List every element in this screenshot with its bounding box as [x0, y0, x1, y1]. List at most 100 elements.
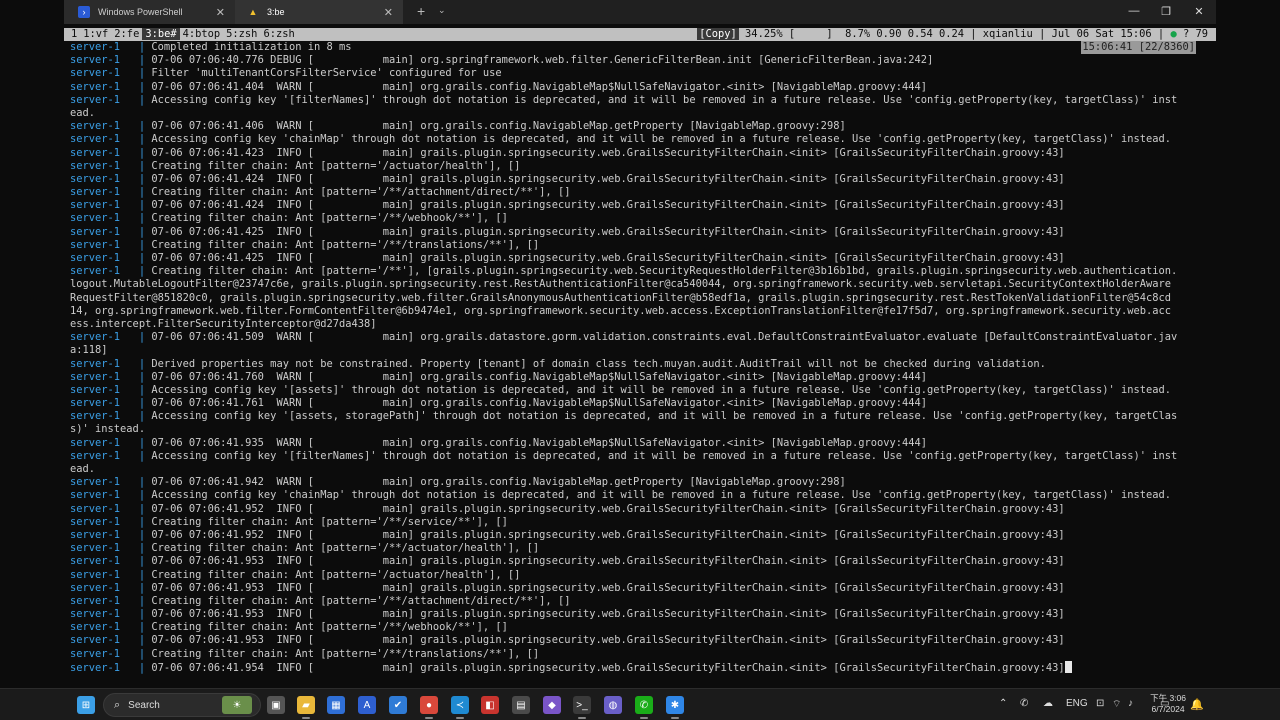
tmux-window[interactable]: 1 [68, 28, 80, 40]
log-line: server-1 | 07-06 07:06:41.425 INFO [ mai… [70, 226, 1210, 239]
tab-windows-powershell[interactable]: › Windows PowerShell ✕ [64, 0, 235, 24]
show-hidden-icons-chevron-icon[interactable]: ⌃ [999, 698, 1007, 709]
log-text: 07-06 07:06:41.953 INFO [ main] grails.p… [151, 555, 1065, 568]
search-icon: ⌕ [114, 698, 121, 711]
wechat-tray-icon[interactable]: ✆ [1020, 698, 1028, 709]
app-settings-icon[interactable]: ✱ [666, 696, 684, 714]
log-line: server-1 | 07-06 07:06:41.423 INFO [ mai… [70, 147, 1210, 160]
log-line: server-1 | Creating filter chain: Ant [p… [70, 265, 1210, 278]
powershell-icon: › [78, 6, 90, 18]
volume-icon[interactable]: ♪ [1128, 698, 1133, 709]
log-line: ead. [70, 107, 1210, 120]
editor-icon[interactable]: A [358, 696, 376, 714]
service-prefix: server-1 | [70, 80, 152, 93]
notification-bell-icon[interactable]: 🔔 [1190, 698, 1204, 711]
maximize-button[interactable]: ❐ [1151, 2, 1181, 20]
log-line: logout.MutableLogoutFilter@23747c6e, gra… [70, 278, 1210, 291]
log-line: server-1 | Creating filter chain: Ant [p… [70, 516, 1210, 529]
close-tab-icon[interactable]: ✕ [384, 6, 393, 19]
minimize-button[interactable]: — [1119, 2, 1149, 20]
log-text: Accessing config key '[assets]' through … [151, 383, 1172, 396]
log-line: RequestFilter@851820c0, grails.plugin.sp… [70, 292, 1210, 305]
wifi-icon[interactable]: ⌔ [1112, 698, 1121, 711]
todo-icon[interactable]: ✔ [389, 696, 407, 714]
tmux-window[interactable]: 2:fe [111, 28, 142, 40]
tab-label: 3:be [267, 7, 285, 17]
log-line: server-1 | 07-06 07:06:41.424 INFO [ mai… [70, 199, 1210, 212]
log-line: server-1 | Creating filter chain: Ant [p… [70, 542, 1210, 555]
log-text: 07-06 07:06:41.424 INFO [ main] grails.p… [151, 199, 1065, 212]
log-line: server-1 | Completed initialization in 8… [70, 41, 1210, 54]
service-prefix: server-1 | [70, 647, 152, 660]
start-icon[interactable]: ⊞ [77, 696, 95, 714]
service-prefix: server-1 | [70, 528, 152, 541]
tmux-window[interactable]: 4:btop [180, 28, 224, 40]
search-placeholder: Search [128, 699, 160, 711]
log-text: 14, org.springframework.web.filter.FormC… [70, 304, 1172, 317]
vscode-icon[interactable]: ≺ [451, 696, 469, 714]
app-browser-icon[interactable]: ◍ [604, 696, 622, 714]
cloud-icon[interactable]: ☁ [1043, 698, 1053, 709]
log-line: server-1 | Derived properties may not be… [70, 358, 1210, 371]
service-prefix: server-1 | [70, 542, 152, 555]
tmux-window[interactable]: 1:vf [80, 28, 111, 40]
log-line: 14, org.springframework.web.filter.FormC… [70, 305, 1210, 318]
task-view-icon[interactable]: ▣ [267, 696, 285, 714]
new-tab-button[interactable]: + [417, 3, 425, 19]
service-prefix: server-1 | [70, 370, 152, 383]
log-text: logout.MutableLogoutFilter@23747c6e, gra… [70, 278, 1172, 291]
terminal-pane[interactable]: 1 1:vf 2:fe 3:be# 4:btop 5:zsh 6:zsh [Copy] 34… [64, 24, 1216, 688]
log-line: server-1 | Accessing config key '[filter… [70, 94, 1210, 107]
log-text: 07-06 07:06:40.776 DEBUG [ main] org.spr… [151, 54, 934, 67]
close-tab-icon[interactable]: ✕ [216, 6, 225, 19]
app-purple-icon[interactable]: ◆ [543, 696, 561, 714]
service-prefix: server-1 | [70, 146, 152, 159]
log-text: 07-06 07:06:41.406 WARN [ main] org.grai… [151, 120, 846, 133]
log-line: server-1 | 07-06 07:06:41.935 WARN [ mai… [70, 437, 1210, 450]
input-language[interactable]: ENG [1066, 698, 1088, 709]
service-prefix: server-1 | [70, 199, 152, 212]
service-prefix: server-1 | [70, 436, 152, 449]
tmux-window[interactable]: 6:zsh [260, 28, 297, 40]
log-text: a:118] [70, 344, 108, 357]
log-line: server-1 | 07-06 07:06:41.406 WARN [ mai… [70, 120, 1210, 133]
store-icon[interactable]: ▦ [327, 696, 345, 714]
app-grid-icon[interactable]: ▤ [512, 696, 530, 714]
file-explorer-icon[interactable]: ▰ [297, 696, 315, 714]
log-line: server-1 | Accessing config key 'chainMa… [70, 489, 1210, 502]
log-text: 07-06 07:06:41.425 INFO [ main] grails.p… [151, 225, 1065, 238]
status-tail: ? 79 [1176, 28, 1208, 40]
display-icon[interactable]: ⊡ [1096, 698, 1104, 709]
log-line: server-1 | 07-06 07:06:41.953 INFO [ mai… [70, 582, 1210, 595]
log-line: a:118] [70, 344, 1210, 357]
terminal-icon[interactable]: >_ [573, 696, 591, 714]
widgets-icon[interactable]: ☀ [222, 696, 252, 714]
close-window-button[interactable]: ✕ [1184, 2, 1214, 20]
log-text: Creating filter chain: Ant [pattern='/**… [151, 265, 1178, 278]
app-red-icon[interactable]: ◧ [481, 696, 499, 714]
log-text: Creating filter chain: Ant [pattern='/ac… [151, 159, 521, 172]
log-text: Creating filter chain: Ant [pattern='/**… [151, 621, 508, 634]
log-text: Creating filter chain: Ant [pattern='/**… [151, 212, 508, 225]
log-text: Creating filter chain: Ant [pattern='/**… [151, 542, 540, 555]
tmux-window[interactable]: 3:be# [142, 28, 180, 40]
taskbar-clock[interactable]: 下午 3:06 6/7/2024 [1150, 693, 1186, 715]
log-line: server-1 | 07-06 07:06:41.942 WARN [ mai… [70, 476, 1210, 489]
wechat-icon[interactable]: ✆ [635, 696, 653, 714]
log-line: server-1 | Creating filter chain: Ant [p… [70, 239, 1210, 252]
log-text: Creating filter chain: Ant [pattern='/**… [151, 647, 540, 660]
dropdown-chevron-icon[interactable]: ⌄ [438, 5, 446, 16]
tmux-window[interactable]: 5:zsh [223, 28, 260, 40]
log-line: server-1 | 07-06 07:06:41.953 INFO [ mai… [70, 555, 1210, 568]
service-prefix: server-1 | [70, 397, 152, 410]
service-prefix: server-1 | [70, 41, 152, 53]
log-line: server-1 | Creating filter chain: Ant [p… [70, 595, 1210, 608]
tab-3-be[interactable]: ▲ 3:be ✕ [235, 0, 403, 24]
service-prefix: server-1 | [70, 159, 152, 172]
service-prefix: server-1 | [70, 212, 152, 225]
running-indicator [456, 717, 464, 719]
log-line: server-1 | Creating filter chain: Ant [p… [70, 160, 1210, 173]
log-text: ess.intercept.FilterSecurityInterceptor@… [70, 317, 377, 330]
tab-label: Windows PowerShell [98, 7, 183, 17]
chrome-icon[interactable]: ● [420, 696, 438, 714]
